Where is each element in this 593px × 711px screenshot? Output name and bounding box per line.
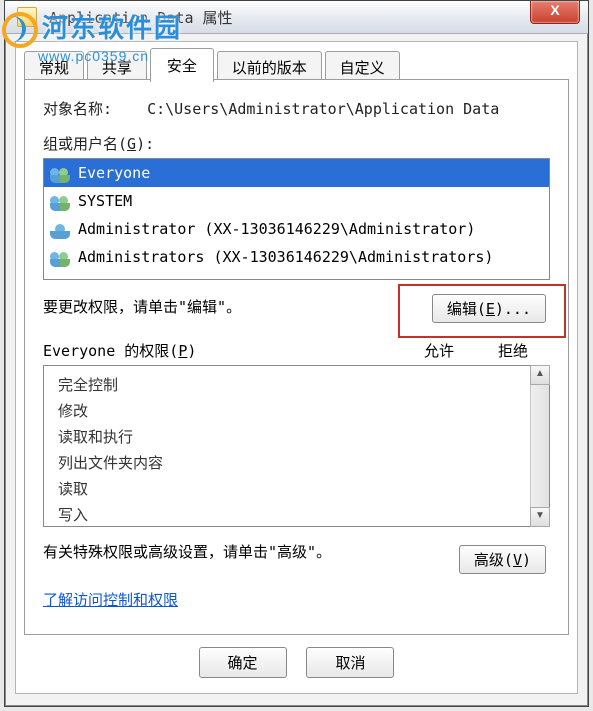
advanced-button[interactable]: 高级(V) [459, 545, 546, 574]
cancel-button[interactable]: 取消 [306, 647, 394, 678]
group-icon [50, 249, 70, 265]
list-item-label: Administrator (XX-13036146229\Administra… [78, 220, 475, 238]
list-item[interactable]: Everyone [44, 159, 549, 187]
permission-row: 写入 [58, 502, 517, 528]
scroll-up-button[interactable]: ▲ [530, 365, 550, 385]
permissions-listbox[interactable]: 完全控制 修改 读取和执行 列出文件夹内容 读取 写入 ▲ ▼ [43, 365, 550, 527]
edit-button[interactable]: 编辑(E)... [432, 294, 546, 323]
object-name-label: 对象名称: [43, 98, 112, 119]
object-name-row: 对象名称: C:\Users\Administrator\Application… [43, 98, 550, 119]
permission-row: 读取和执行 [58, 424, 517, 450]
list-item[interactable]: Administrators (XX-13036146229\Administr… [44, 243, 549, 271]
ok-button[interactable]: 确定 [199, 647, 287, 678]
learn-access-control-link[interactable]: 了解访问控制和权限 [43, 589, 178, 610]
security-tab-content: 对象名称: C:\Users\Administrator\Application… [24, 79, 569, 635]
user-icon [50, 221, 70, 237]
properties-dialog: Application Data 属性 X 常规 共享 安全 以前的版本 自定义… [4, 0, 589, 707]
permission-row: 完全控制 [58, 372, 517, 398]
groups-listbox[interactable]: Everyone SYSTEM Administrator (XX-130361… [43, 158, 550, 280]
object-name-value: C:\Users\Administrator\Application Data [147, 100, 499, 118]
watermark-overlay: 河东软件园 www.pc0359.cn [2, 8, 182, 64]
dialog-footer: 确定 取消 [16, 647, 577, 687]
list-item-label: Administrators (XX-13036146229\Administr… [78, 248, 493, 266]
permission-row: 列出文件夹内容 [58, 450, 517, 476]
permissions-header: Everyone 的权限(P) 允许 拒绝 [43, 340, 550, 361]
group-icon [50, 165, 70, 181]
list-item-label: Everyone [78, 164, 150, 182]
advanced-hint: 有关特殊权限或高级设置，请单击"高级"。 [43, 543, 331, 561]
groups-label: 组或用户名(G): [43, 135, 154, 153]
permission-row: 读取 [58, 476, 517, 502]
dialog-body: 常规 共享 安全 以前的版本 自定义 对象名称: C:\Users\Admini… [15, 41, 578, 694]
edit-hint: 要更改权限，请单击"编辑"。 [43, 298, 241, 316]
scrollbar[interactable]: ▲ ▼ [530, 366, 549, 526]
watermark-logo-icon [2, 12, 38, 48]
close-button[interactable]: X [530, 1, 580, 24]
allow-column-header: 允许 [402, 340, 476, 361]
list-item[interactable]: Administrator (XX-13036146229\Administra… [44, 215, 549, 243]
list-item[interactable]: SYSTEM [44, 187, 549, 215]
group-icon [50, 193, 70, 209]
list-item-label: SYSTEM [78, 192, 132, 210]
deny-column-header: 拒绝 [476, 340, 550, 361]
permission-row: 修改 [58, 398, 517, 424]
scroll-down-button[interactable]: ▼ [530, 507, 550, 527]
